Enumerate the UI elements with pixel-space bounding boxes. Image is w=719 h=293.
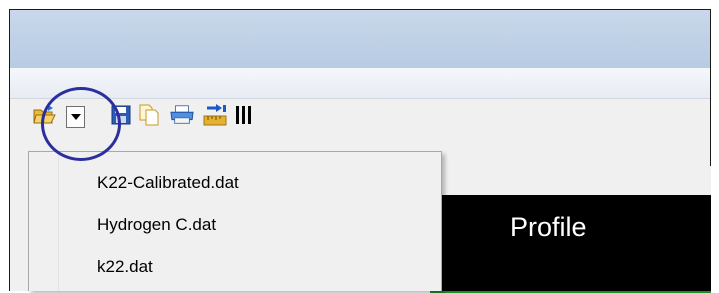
menu-bar — [10, 68, 710, 99]
recent-files-dropdown-button[interactable] — [66, 106, 85, 128]
recent-file-item[interactable]: K22-Calibrated.dat — [97, 169, 239, 197]
columns-icon[interactable] — [232, 103, 256, 127]
save-disk-icon[interactable] — [109, 103, 133, 127]
recent-file-item[interactable]: Hydrogen C.dat — [97, 211, 216, 239]
printer-icon[interactable] — [170, 103, 194, 127]
menu-gutter — [29, 152, 59, 291]
chevron-down-icon — [70, 114, 81, 120]
recent-files-menu: K22-Calibrated.dat Hydrogen C.dat k22.da… — [28, 151, 442, 291]
open-folder-icon[interactable] — [33, 103, 57, 127]
tab-strip — [442, 166, 711, 195]
recent-file-item[interactable]: k22.dat — [97, 253, 153, 281]
copy-document-icon[interactable] — [137, 103, 161, 127]
export-ruler-icon[interactable] — [203, 103, 227, 127]
profile-panel — [430, 195, 711, 293]
profile-title: Profile — [510, 212, 587, 242]
title-bar — [10, 10, 710, 68]
